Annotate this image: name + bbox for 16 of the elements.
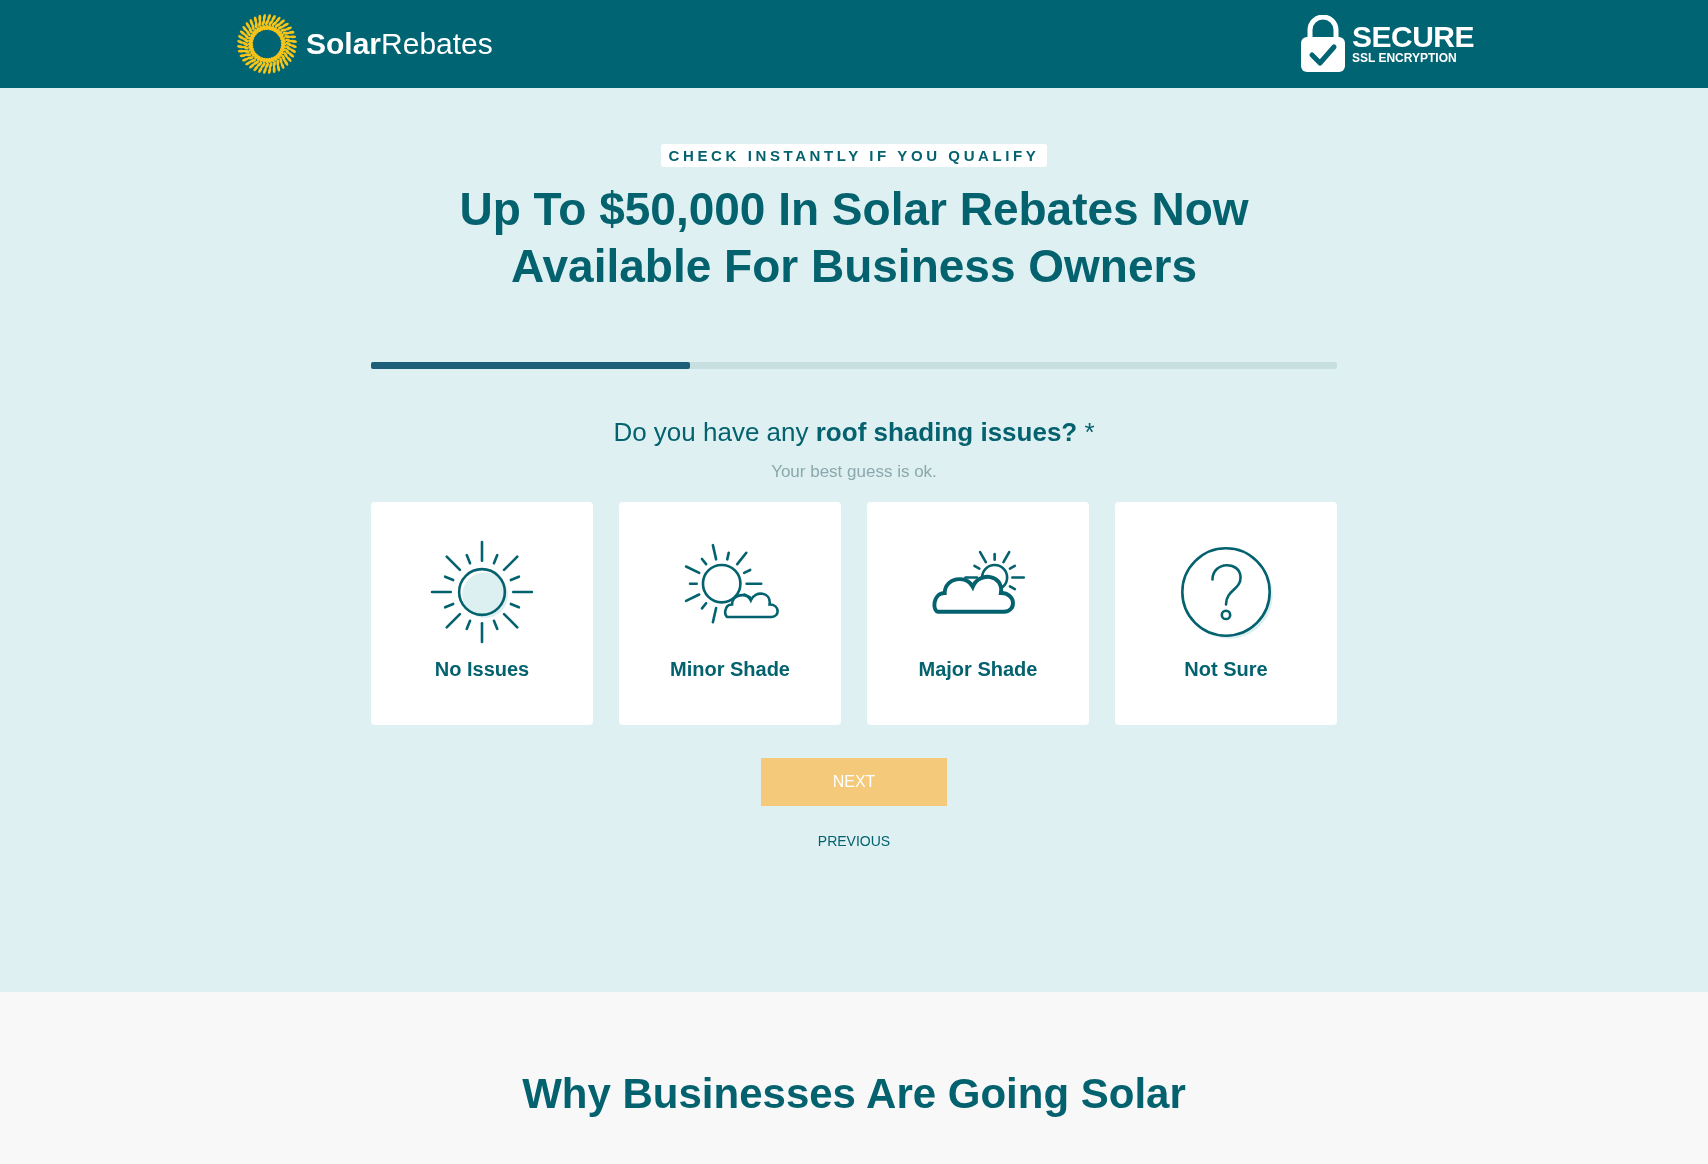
option-card[interactable]: Major Shade <box>867 502 1089 725</box>
option-card[interactable]: No Issues <box>371 502 593 725</box>
sun-icon <box>430 540 534 644</box>
previous-link[interactable]: PREVIOUS <box>817 833 891 849</box>
page-heading: Up To $50,000 In Solar Rebates Now Available For Business Owners <box>458 182 1250 294</box>
section-heading: Why Businesses Are Going Solar <box>521 1070 1187 1118</box>
qualify-eyebrow: CHECK INSTANTLY IF YOU QUALIFY <box>660 144 1048 167</box>
logo-text: SolarRebates <box>306 27 493 61</box>
padlock-check-icon <box>1299 15 1346 73</box>
question-hint: Your best guess is ok. <box>771 462 937 482</box>
sun-logo-icon <box>234 11 300 77</box>
question-text: Do you have any roof shading issues?* <box>613 417 1095 448</box>
option-card[interactable]: Not Sure <box>1115 502 1337 725</box>
option-card[interactable]: Minor Shade <box>619 502 841 725</box>
secure-subtitle: SSL ENCRYPTION <box>1351 52 1458 66</box>
secure-title: SECURE <box>1351 22 1474 53</box>
